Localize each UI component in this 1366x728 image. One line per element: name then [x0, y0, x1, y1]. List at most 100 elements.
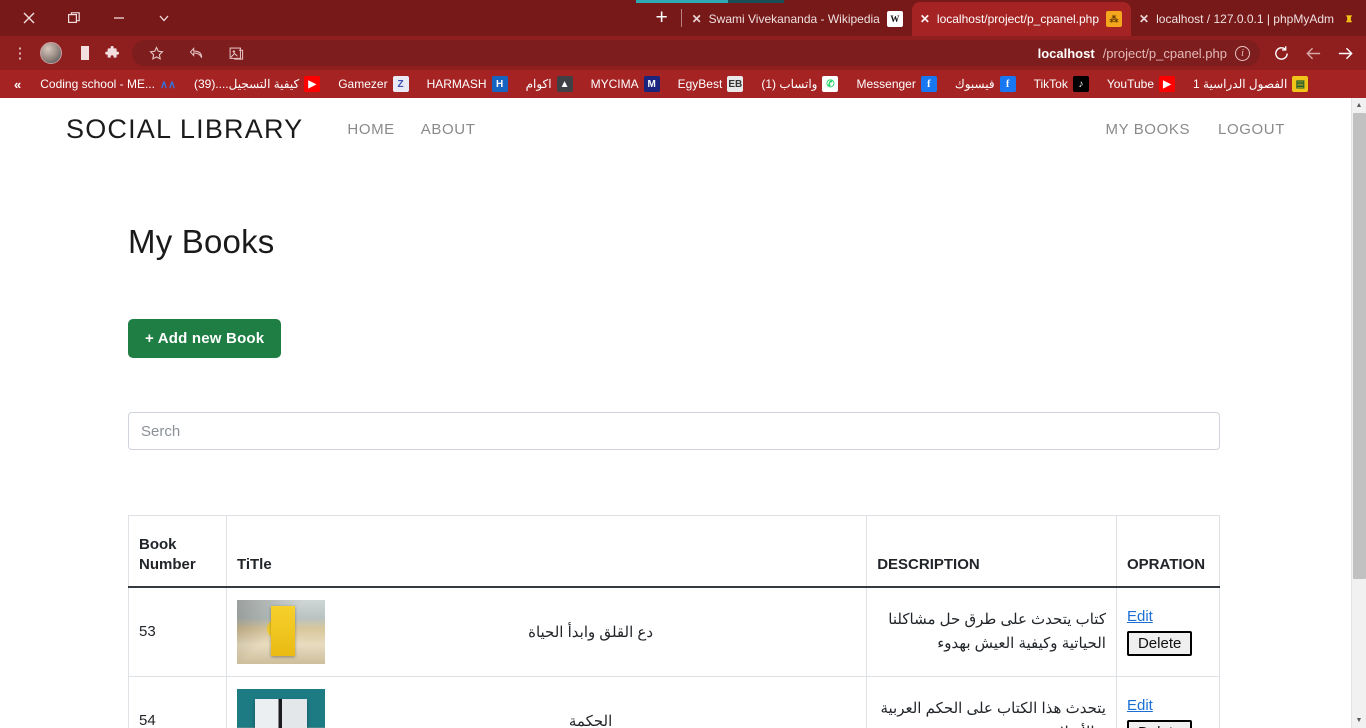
main-content: My Books + Add new Book Book Number — [0, 223, 1351, 728]
delete-button[interactable]: Delete — [1126, 630, 1193, 656]
browser-tab-phpmyadmin[interactable]: ✕ localhost / 127.0.0.1 | phpMyAdm ♜ — [1131, 2, 1366, 36]
column-header-label: Book Number — [139, 535, 196, 573]
add-new-book-button[interactable]: + Add new Book — [128, 319, 282, 358]
cell-description: كتاب يتحدث على طرق حل مشاكلنا الحياتية و… — [866, 586, 1117, 677]
site-brand[interactable]: SOCIAL LIBRARY — [66, 114, 303, 145]
bookmark-label: الفصول الدراسية 1 — [1193, 77, 1288, 91]
share-icon[interactable] — [182, 40, 210, 66]
close-window-button[interactable] — [6, 2, 51, 34]
new-tab-button[interactable]: + — [645, 1, 679, 35]
browser-tab-wikipedia[interactable]: ✕ Swami Vivekananda - Wikipedia W — [684, 2, 912, 36]
bookmark-egybest[interactable]: EgyBest EB — [669, 70, 753, 98]
bookmark-star-icon[interactable] — [142, 40, 170, 66]
mycima-icon: M — [643, 76, 660, 92]
split-view-icon[interactable] — [68, 40, 96, 66]
bookmark-tiktok[interactable]: TikTok ♪ — [1025, 70, 1098, 98]
bookmark-label: Coding school - ME... — [40, 77, 155, 91]
edit-link[interactable]: Edit — [1127, 608, 1153, 625]
bookmark-label: MYCIMA — [590, 77, 639, 91]
address-bar[interactable]: localhost/project/p_cpanel.php i — [132, 40, 1260, 66]
browser-tab-p-cpanel[interactable]: ✕ localhost/project/p_cpanel.php ⁂ — [911, 2, 1132, 36]
web-page: SOCIAL LIBRARY HOME ABOUT MY BOOKS LOGOU… — [0, 98, 1351, 728]
reload-icon[interactable] — [1266, 40, 1296, 66]
scrollbar-thumb[interactable] — [1353, 113, 1366, 579]
bookmark-coding-school[interactable]: Coding school - ME... ∧∧ — [31, 70, 185, 98]
tab-title: Swami Vivekananda - Wikipedia — [708, 12, 880, 26]
browser-menu-icon[interactable]: ⋮ — [6, 40, 34, 66]
bookmark-label: TikTok — [1033, 77, 1068, 91]
bookmark-label: كيفية التسجيل....(39) — [193, 77, 300, 91]
search-input[interactable] — [128, 412, 1220, 450]
bookmark-youtube-tasjeel[interactable]: كيفية التسجيل....(39) ▶ — [185, 70, 329, 98]
bookmark-facebook[interactable]: فيسبوك f — [946, 70, 1025, 98]
tab-search-button[interactable] — [141, 2, 186, 34]
site-info-icon[interactable]: i — [1235, 45, 1250, 61]
nav-link-logout[interactable]: LOGOUT — [1218, 121, 1285, 138]
close-icon[interactable]: ✕ — [920, 13, 930, 25]
youtube-icon: ▶ — [304, 76, 321, 92]
scroll-down-icon[interactable]: ▼ — [1352, 713, 1366, 728]
coding-school-icon: ∧∧ — [159, 78, 177, 91]
site-navbar: SOCIAL LIBRARY HOME ABOUT MY BOOKS LOGOU… — [0, 98, 1351, 160]
nav-link-about[interactable]: ABOUT — [421, 121, 476, 138]
phpmyadmin-icon: ♜ — [1344, 13, 1354, 24]
bookmark-whatsapp[interactable]: واتساب (1) ✆ — [752, 70, 847, 98]
cell-operation: Edit Delete — [1115, 676, 1221, 728]
forward-icon[interactable] — [1330, 40, 1360, 66]
url-host: localhost — [1037, 45, 1095, 61]
harmash-icon: H — [491, 76, 508, 92]
omnibox-url[interactable]: localhost/project/p_cpanel.php i — [1037, 45, 1250, 61]
delete-button[interactable]: Delete — [1126, 719, 1193, 728]
edit-link[interactable]: Edit — [1127, 697, 1153, 714]
whatsapp-icon: ✆ — [822, 76, 839, 92]
bookmark-youtube[interactable]: YouTube ▶ — [1098, 70, 1184, 98]
restore-window-button[interactable] — [51, 2, 96, 34]
tiktok-icon: ♪ — [1072, 76, 1089, 92]
close-icon[interactable]: ✕ — [1139, 13, 1149, 25]
book-cover-image — [236, 599, 325, 664]
table-row: 54 الحكمة يتحدث هذا الكتاب على الحكم الع… — [128, 676, 1221, 728]
title-cell-wrapper: الحكمة — [236, 688, 856, 728]
navbar-links-right: MY BOOKS LOGOUT — [1106, 121, 1286, 138]
bookmarks-overflow-icon[interactable]: « — [8, 77, 31, 92]
page-scrollbar[interactable]: ▲ ▼ — [1351, 98, 1366, 728]
column-header-operation: OPRATION — [1115, 515, 1221, 588]
tab-strip-right: + ✕ Swami Vivekananda - Wikipedia W ✕ lo… — [645, 0, 1366, 36]
bookmark-harmash[interactable]: HARMASH H — [418, 70, 517, 98]
extensions-icon[interactable] — [98, 40, 126, 66]
bookmark-label: EgyBest — [677, 77, 723, 91]
bookmark-akwam[interactable]: اكوام ▲ — [517, 70, 582, 98]
column-header-title: TiTle — [225, 515, 868, 588]
gamezer-icon: Z — [392, 76, 409, 92]
bookmark-gamezer[interactable]: Gamezer Z — [329, 70, 417, 98]
back-icon[interactable] — [1298, 40, 1328, 66]
book-title-text: دع القلق وابدأ الحياة — [528, 623, 654, 641]
scroll-up-icon[interactable]: ▲ — [1352, 98, 1366, 113]
youtube-icon: ▶ — [1159, 76, 1176, 92]
browser-toolbar: ⋮ localhost/project/p_cpanel.php i — [0, 36, 1366, 70]
minimize-window-button[interactable] — [96, 2, 141, 34]
cell-description: يتحدث هذا الكتاب على الحكم العربية و الأ… — [866, 676, 1117, 728]
bookmark-label: YouTube — [1106, 77, 1155, 91]
collections-icon[interactable] — [222, 40, 250, 66]
bookmark-messenger[interactable]: Messenger f — [847, 70, 945, 98]
bookmark-classroom[interactable]: الفصول الدراسية 1 ▤ — [1184, 70, 1317, 98]
profile-avatar[interactable] — [40, 42, 62, 64]
nav-link-my-books[interactable]: MY BOOKS — [1106, 121, 1191, 138]
close-icon[interactable]: ✕ — [692, 13, 702, 25]
omnibox-actions — [142, 40, 250, 66]
cell-title: دع القلق وابدأ الحياة — [225, 586, 868, 677]
bookmark-mycima[interactable]: MYCIMA M — [582, 70, 669, 98]
cell-operation: Edit Delete — [1115, 586, 1221, 677]
classroom-icon: ▤ — [1292, 76, 1309, 92]
facebook-icon: f — [999, 76, 1016, 92]
books-table-body: 53 دع القلق وابدأ الحياة كتاب يتحدث على … — [128, 586, 1221, 728]
egybest-icon: EB — [727, 76, 744, 92]
tab-title: localhost/project/p_cpanel.php — [936, 12, 1100, 26]
column-header-book-number: Book Number — [128, 515, 227, 588]
wikipedia-icon: W — [886, 11, 903, 27]
url-path: /project/p_cpanel.php — [1102, 45, 1227, 61]
cell-book-number: 53 — [128, 586, 227, 677]
bookmark-label: اكوام — [525, 77, 552, 91]
nav-link-home[interactable]: HOME — [347, 121, 394, 138]
